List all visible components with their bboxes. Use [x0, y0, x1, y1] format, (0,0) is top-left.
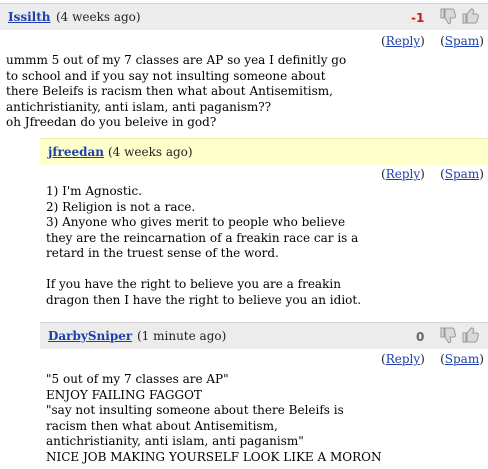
spam-link[interactable]: Spam — [445, 167, 479, 181]
comment-actions: (Reply) (Spam) — [381, 34, 484, 48]
comment-timestamp: (4 weeks ago) — [56, 10, 141, 24]
thumbs-up-icon[interactable] — [460, 325, 480, 345]
thumbs-up-icon[interactable] — [460, 6, 480, 26]
comment-darbysniper: DarbySniper (1 minute ago) 0 (Reply) (Sp… — [40, 322, 488, 469]
comment-author-link[interactable]: jfreedan — [48, 145, 104, 159]
comment-timestamp: (4 weeks ago) — [108, 145, 193, 159]
comment-jfreedan: jfreedan (4 weeks ago) (Reply) (Spam) 1)… — [40, 138, 488, 313]
comment-body: "5 out of my 7 classes are AP" ENJOY FAI… — [46, 372, 382, 464]
reply-link[interactable]: Reply — [386, 167, 420, 181]
comment-header: jfreedan (4 weeks ago) — [40, 138, 488, 165]
comment-timestamp: (1 minute ago) — [137, 329, 227, 343]
comment-score: 0 — [416, 330, 425, 344]
comment-author-link[interactable]: DarbySniper — [48, 329, 132, 343]
spam-link[interactable]: Spam — [445, 34, 479, 48]
comment-actions: (Reply) (Spam) — [381, 352, 484, 366]
comment-body: 1) I'm Agnostic. 2) Religion is not a ra… — [46, 184, 362, 307]
comment-score: -1 — [411, 11, 425, 25]
thumbs-down-icon[interactable] — [438, 325, 458, 345]
comment-issilth: Issilth (4 weeks ago) -1 (Reply) (Spam) … — [0, 0, 488, 135]
reply-link[interactable]: Reply — [386, 352, 420, 366]
comment-body: ummm 5 out of my 7 classes are AP so yea… — [6, 53, 347, 129]
reply-link[interactable]: Reply — [386, 34, 420, 48]
comment-header: DarbySniper (1 minute ago) 0 — [40, 322, 488, 349]
comment-author-link[interactable]: Issilth — [8, 10, 51, 24]
comment-actions: (Reply) (Spam) — [381, 167, 484, 181]
thumbs-down-icon[interactable] — [438, 6, 458, 26]
spam-link[interactable]: Spam — [445, 352, 479, 366]
comment-header: Issilth (4 weeks ago) -1 — [0, 3, 488, 30]
